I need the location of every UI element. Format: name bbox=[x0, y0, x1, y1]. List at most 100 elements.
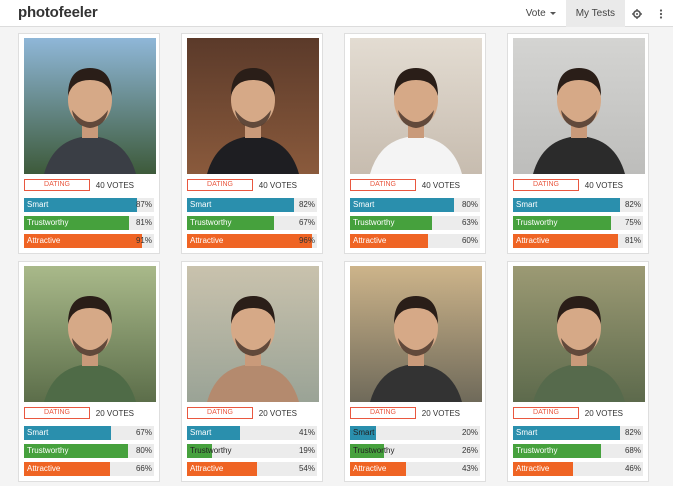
attr-label: Attractive bbox=[353, 236, 387, 245]
photo-card[interactable]: DATING 40 VOTES Smart 80% Trustworthy 63% Attr… bbox=[344, 33, 486, 254]
test-meta: DATING 40 VOTES bbox=[350, 176, 480, 194]
test-meta: DATING 40 VOTES bbox=[187, 176, 317, 194]
vote-count: 20 VOTES bbox=[421, 408, 460, 418]
test-meta: DATING 40 VOTES bbox=[513, 176, 643, 194]
category-tag: DATING bbox=[187, 407, 253, 419]
photo-card[interactable]: DATING 40 VOTES Smart 87% Trustworthy 81% Attr… bbox=[18, 33, 160, 254]
trust-label: Trustworthy bbox=[190, 218, 232, 227]
photo-card[interactable]: DATING 40 VOTES Smart 82% Trustworthy 75% Attr… bbox=[507, 33, 649, 254]
smart-label: Smart bbox=[353, 428, 375, 437]
trust-label: Trustworthy bbox=[516, 446, 558, 455]
profile-photo[interactable] bbox=[350, 38, 482, 174]
trust-label: Trustworthy bbox=[516, 218, 558, 227]
smart-score-bar: Smart 82% bbox=[513, 198, 643, 212]
trust-label: Trustworthy bbox=[353, 446, 395, 455]
category-tag: DATING bbox=[24, 407, 90, 419]
attr-score-bar: Attractive 60% bbox=[350, 234, 480, 248]
trust-score-bar: Trustworthy 26% bbox=[350, 444, 480, 458]
vote-count: 40 VOTES bbox=[258, 180, 297, 190]
profile-photo[interactable] bbox=[350, 266, 482, 402]
brand-logo[interactable]: photofeeler bbox=[18, 4, 98, 21]
attr-percent: 46% bbox=[624, 464, 641, 473]
smart-score-bar: Smart 82% bbox=[513, 426, 643, 440]
attr-percent: 66% bbox=[135, 464, 152, 473]
smart-percent: 82% bbox=[624, 200, 641, 209]
test-meta: DATING 20 VOTES bbox=[350, 404, 480, 422]
vote-count: 20 VOTES bbox=[258, 408, 297, 418]
profile-photo[interactable] bbox=[24, 38, 156, 174]
category-tag: DATING bbox=[513, 407, 579, 419]
vote-count-value: 40 bbox=[584, 180, 594, 190]
my-tests-label: My Tests bbox=[575, 8, 615, 19]
attr-label: Attractive bbox=[353, 464, 387, 473]
category-tag: DATING bbox=[24, 179, 90, 191]
my-tests-tab[interactable]: My Tests bbox=[565, 0, 625, 27]
attr-score-bar: Attractive 81% bbox=[513, 234, 643, 248]
trust-percent: 81% bbox=[135, 218, 152, 227]
smart-score-bar: Smart 82% bbox=[187, 198, 317, 212]
photo-card[interactable]: DATING 20 VOTES Smart 82% Trustworthy 68% Attr… bbox=[507, 261, 649, 482]
category-tag: DATING bbox=[187, 179, 253, 191]
trust-score-bar: Trustworthy 63% bbox=[350, 216, 480, 230]
profile-photo[interactable] bbox=[187, 266, 319, 402]
top-navbar: photofeeler Vote My Tests bbox=[0, 0, 673, 27]
smart-score-bar: Smart 80% bbox=[350, 198, 480, 212]
photo-card[interactable]: DATING 40 VOTES Smart 82% Trustworthy 67% Attr… bbox=[181, 33, 323, 254]
vote-dropdown[interactable]: Vote bbox=[516, 0, 566, 27]
vote-label: Vote bbox=[525, 8, 546, 19]
trust-percent: 63% bbox=[461, 218, 478, 227]
smart-label: Smart bbox=[516, 200, 538, 209]
settings-button[interactable] bbox=[625, 0, 649, 27]
vote-count: 40 VOTES bbox=[584, 180, 623, 190]
attr-label: Attractive bbox=[190, 236, 224, 245]
trust-label: Trustworthy bbox=[27, 218, 69, 227]
smart-label: Smart bbox=[27, 428, 49, 437]
attr-percent: 96% bbox=[298, 236, 315, 245]
vote-count-value: 20 bbox=[95, 408, 105, 418]
vote-count-value: 40 bbox=[95, 180, 105, 190]
profile-photo[interactable] bbox=[513, 38, 645, 174]
trust-percent: 67% bbox=[298, 218, 315, 227]
photo-card[interactable]: DATING 20 VOTES Smart 41% Trustworthy 19% Attr… bbox=[181, 261, 323, 482]
vote-count-value: 40 bbox=[258, 180, 268, 190]
attr-percent: 43% bbox=[461, 464, 478, 473]
attr-score-bar: Attractive 96% bbox=[187, 234, 317, 248]
gear-icon bbox=[632, 8, 642, 19]
smart-score-bar: Smart 20% bbox=[350, 426, 480, 440]
smart-score-bar: Smart 41% bbox=[187, 426, 317, 440]
more-vertical-icon bbox=[659, 8, 663, 19]
test-meta: DATING 20 VOTES bbox=[513, 404, 643, 422]
attr-label: Attractive bbox=[516, 236, 550, 245]
vote-count: 40 VOTES bbox=[95, 180, 134, 190]
profile-photo[interactable] bbox=[513, 266, 645, 402]
photo-card[interactable]: DATING 20 VOTES Smart 67% Trustworthy 80% Attr… bbox=[18, 261, 160, 482]
trust-percent: 80% bbox=[135, 446, 152, 455]
smart-label: Smart bbox=[27, 200, 49, 209]
photo-card[interactable]: DATING 20 VOTES Smart 20% Trustworthy 26% Attr… bbox=[344, 261, 486, 482]
attr-label: Attractive bbox=[190, 464, 224, 473]
trust-score-bar: Trustworthy 80% bbox=[24, 444, 154, 458]
more-menu-button[interactable] bbox=[649, 0, 673, 27]
chevron-down-icon bbox=[549, 12, 556, 15]
attr-percent: 81% bbox=[624, 236, 641, 245]
category-tag: DATING bbox=[350, 179, 416, 191]
attr-label: Attractive bbox=[27, 464, 61, 473]
smart-percent: 67% bbox=[135, 428, 152, 437]
nav-menu: Vote My Tests bbox=[516, 0, 673, 27]
attr-score-bar: Attractive 66% bbox=[24, 462, 154, 476]
smart-score-bar: Smart 67% bbox=[24, 426, 154, 440]
test-meta: DATING 20 VOTES bbox=[24, 404, 154, 422]
vote-count: 20 VOTES bbox=[95, 408, 134, 418]
attr-score-bar: Attractive 46% bbox=[513, 462, 643, 476]
trust-percent: 26% bbox=[461, 446, 478, 455]
smart-percent: 80% bbox=[461, 200, 478, 209]
vote-count-value: 20 bbox=[584, 408, 594, 418]
smart-percent: 82% bbox=[298, 200, 315, 209]
smart-label: Smart bbox=[353, 200, 375, 209]
trust-score-bar: Trustworthy 68% bbox=[513, 444, 643, 458]
profile-photo[interactable] bbox=[187, 38, 319, 174]
vote-count: 20 VOTES bbox=[584, 408, 623, 418]
trust-score-bar: Trustworthy 19% bbox=[187, 444, 317, 458]
trust-label: Trustworthy bbox=[27, 446, 69, 455]
profile-photo[interactable] bbox=[24, 266, 156, 402]
